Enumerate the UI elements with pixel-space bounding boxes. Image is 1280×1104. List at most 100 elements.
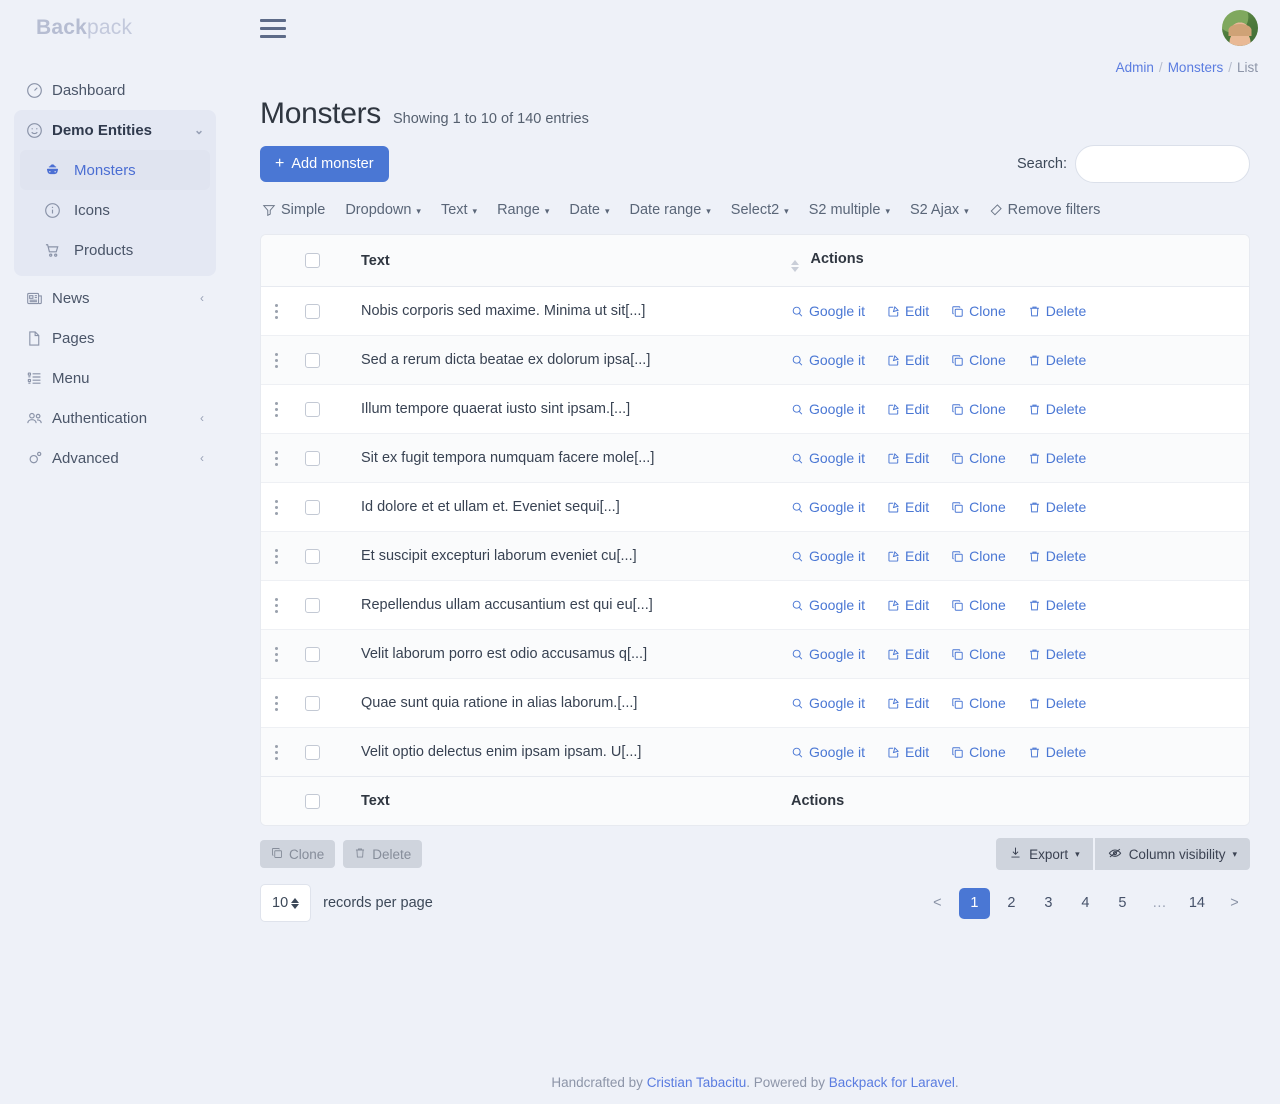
row-action-clone[interactable]: Clone bbox=[951, 646, 1006, 662]
pagination-page-4[interactable]: 4 bbox=[1070, 888, 1101, 919]
row-action-google-it[interactable]: Google it bbox=[791, 548, 865, 564]
row-checkbox[interactable] bbox=[305, 695, 320, 711]
sidebar-item-authentication[interactable]: Authentication ‹ bbox=[14, 398, 216, 438]
row-checkbox[interactable] bbox=[305, 646, 320, 662]
row-action-clone[interactable]: Clone bbox=[951, 401, 1006, 417]
filter-date-range[interactable]: Date range ▾ bbox=[620, 198, 721, 222]
hamburger-menu-icon[interactable] bbox=[260, 17, 286, 39]
row-action-edit[interactable]: Edit bbox=[887, 646, 929, 662]
row-menu-icon[interactable] bbox=[275, 303, 289, 319]
footer-product-link[interactable]: Backpack for Laravel bbox=[829, 1075, 955, 1090]
row-action-google-it[interactable]: Google it bbox=[791, 695, 865, 711]
row-action-delete[interactable]: Delete bbox=[1028, 352, 1086, 368]
sidebar-item-menu[interactable]: Menu bbox=[14, 358, 216, 398]
row-action-delete[interactable]: Delete bbox=[1028, 744, 1086, 760]
row-action-clone[interactable]: Clone bbox=[951, 744, 1006, 760]
add-monster-button[interactable]: + Add monster bbox=[260, 146, 389, 182]
row-checkbox[interactable] bbox=[305, 401, 320, 417]
records-per-page-select[interactable]: 10 bbox=[260, 884, 312, 922]
row-action-clone[interactable]: Clone bbox=[951, 303, 1006, 319]
pagination-page-2[interactable]: 2 bbox=[996, 888, 1027, 919]
row-action-edit[interactable]: Edit bbox=[887, 744, 929, 760]
row-action-delete[interactable]: Delete bbox=[1028, 695, 1086, 711]
bulk-delete-button[interactable]: Delete bbox=[343, 840, 423, 868]
row-action-edit[interactable]: Edit bbox=[887, 548, 929, 564]
row-action-google-it[interactable]: Google it bbox=[791, 744, 865, 760]
row-menu-icon[interactable] bbox=[275, 597, 289, 613]
row-action-delete[interactable]: Delete bbox=[1028, 401, 1086, 417]
row-action-clone[interactable]: Clone bbox=[951, 597, 1006, 613]
pagination-page-3[interactable]: 3 bbox=[1033, 888, 1064, 919]
row-checkbox[interactable] bbox=[305, 744, 320, 760]
row-action-delete[interactable]: Delete bbox=[1028, 548, 1086, 564]
row-action-delete[interactable]: Delete bbox=[1028, 450, 1086, 466]
row-action-clone[interactable]: Clone bbox=[951, 352, 1006, 368]
row-action-clone[interactable]: Clone bbox=[951, 450, 1006, 466]
sidebar-item-monsters[interactable]: Monsters bbox=[20, 150, 210, 190]
breadcrumb-admin[interactable]: Admin bbox=[1116, 60, 1154, 75]
row-action-google-it[interactable]: Google it bbox=[791, 597, 865, 613]
row-action-edit[interactable]: Edit bbox=[887, 499, 929, 515]
row-menu-icon[interactable] bbox=[275, 646, 289, 662]
search-input[interactable] bbox=[1075, 145, 1250, 183]
sidebar-item-products[interactable]: Products bbox=[20, 230, 210, 270]
filter-dropdown[interactable]: Dropdown ▾ bbox=[335, 198, 431, 222]
row-checkbox[interactable] bbox=[305, 597, 320, 613]
sidebar-item-advanced[interactable]: Advanced ‹ bbox=[14, 438, 216, 478]
filter-date[interactable]: Date ▾ bbox=[559, 198, 619, 222]
export-button[interactable]: Export ▾ bbox=[996, 838, 1093, 870]
pagination-page-1[interactable]: 1 bbox=[958, 887, 990, 919]
row-menu-icon[interactable] bbox=[275, 548, 289, 564]
row-action-delete[interactable]: Delete bbox=[1028, 499, 1086, 515]
pagination-page-5[interactable]: 5 bbox=[1107, 888, 1138, 919]
sort-icon[interactable] bbox=[791, 260, 799, 272]
row-action-google-it[interactable]: Google it bbox=[791, 352, 865, 368]
select-all-checkbox-footer[interactable] bbox=[305, 793, 320, 809]
row-checkbox[interactable] bbox=[305, 499, 320, 515]
row-action-delete[interactable]: Delete bbox=[1028, 646, 1086, 662]
row-action-google-it[interactable]: Google it bbox=[791, 450, 865, 466]
select-all-checkbox[interactable] bbox=[305, 253, 320, 268]
pagination-prev[interactable]: < bbox=[922, 888, 953, 919]
row-checkbox[interactable] bbox=[305, 450, 320, 466]
row-checkbox[interactable] bbox=[305, 303, 320, 319]
sidebar-item-demo-entities[interactable]: Demo Entities ⌄ bbox=[14, 110, 216, 150]
row-action-google-it[interactable]: Google it bbox=[791, 499, 865, 515]
row-checkbox[interactable] bbox=[305, 352, 320, 368]
sidebar-item-icons[interactable]: Icons bbox=[20, 190, 210, 230]
row-action-edit[interactable]: Edit bbox=[887, 303, 929, 319]
row-menu-icon[interactable] bbox=[275, 352, 289, 368]
row-action-edit[interactable]: Edit bbox=[887, 352, 929, 368]
filter-s2-multiple[interactable]: S2 multiple ▾ bbox=[799, 198, 900, 222]
row-menu-icon[interactable] bbox=[275, 401, 289, 417]
filter-text[interactable]: Text ▾ bbox=[431, 198, 487, 222]
remove-filters-button[interactable]: Remove filters bbox=[979, 198, 1111, 222]
row-action-delete[interactable]: Delete bbox=[1028, 303, 1086, 319]
row-action-edit[interactable]: Edit bbox=[887, 450, 929, 466]
sidebar-item-pages[interactable]: Pages bbox=[14, 318, 216, 358]
row-menu-icon[interactable] bbox=[275, 744, 289, 760]
row-menu-icon[interactable] bbox=[275, 499, 289, 515]
row-action-clone[interactable]: Clone bbox=[951, 499, 1006, 515]
column-visibility-button[interactable]: Column visibility ▾ bbox=[1094, 838, 1250, 870]
row-action-delete[interactable]: Delete bbox=[1028, 597, 1086, 613]
bulk-clone-button[interactable]: Clone bbox=[260, 840, 336, 868]
footer-author-link[interactable]: Cristian Tabacitu bbox=[647, 1075, 747, 1090]
row-action-clone[interactable]: Clone bbox=[951, 548, 1006, 564]
brand-logo[interactable]: Back pack bbox=[0, 0, 230, 56]
row-action-google-it[interactable]: Google it bbox=[791, 401, 865, 417]
header-text[interactable]: Text bbox=[361, 235, 791, 287]
sidebar-item-news[interactable]: News ‹ bbox=[14, 278, 216, 318]
filter-range[interactable]: Range ▾ bbox=[487, 198, 559, 222]
avatar[interactable] bbox=[1222, 10, 1258, 46]
filter-s2-ajax[interactable]: S2 Ajax ▾ bbox=[900, 198, 979, 222]
row-action-google-it[interactable]: Google it bbox=[791, 303, 865, 319]
filter-simple[interactable]: Simple bbox=[260, 198, 335, 222]
row-menu-icon[interactable] bbox=[275, 695, 289, 711]
row-action-clone[interactable]: Clone bbox=[951, 695, 1006, 711]
row-action-edit[interactable]: Edit bbox=[887, 401, 929, 417]
row-action-edit[interactable]: Edit bbox=[887, 597, 929, 613]
row-checkbox[interactable] bbox=[305, 548, 320, 564]
row-action-google-it[interactable]: Google it bbox=[791, 646, 865, 662]
row-menu-icon[interactable] bbox=[275, 450, 289, 466]
